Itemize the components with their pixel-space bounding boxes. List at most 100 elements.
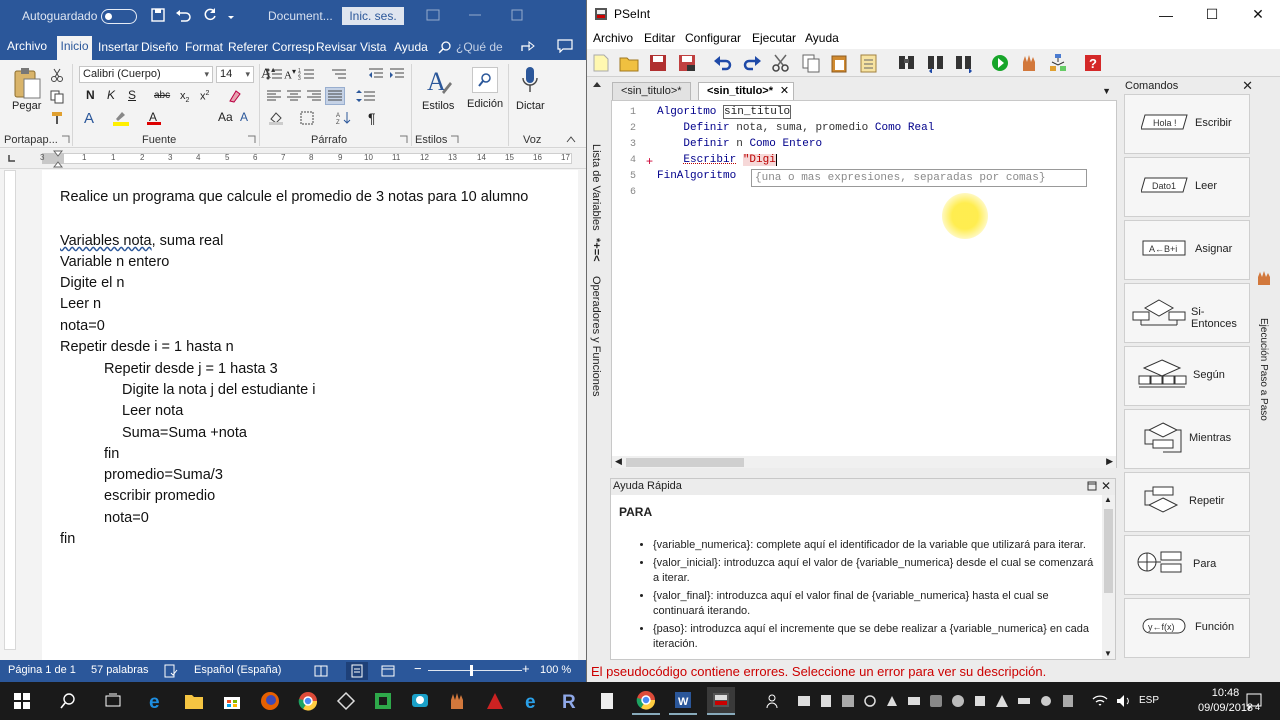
error-marker-icon[interactable]: + <box>646 154 653 168</box>
sort-icon[interactable]: AZ <box>336 111 352 125</box>
align-right-icon[interactable] <box>306 90 322 102</box>
copy-icon[interactable] <box>801 53 821 73</box>
tab-formato[interactable]: Format <box>185 40 223 54</box>
people-icon[interactable] <box>760 687 788 715</box>
comments-icon[interactable] <box>557 39 573 53</box>
align-center-icon[interactable] <box>286 90 302 102</box>
shrink-font-icon[interactable]: A▾ <box>284 67 296 82</box>
save-as-icon[interactable] <box>677 53 697 73</box>
menu-ayuda[interactable]: Ayuda <box>805 31 839 45</box>
increase-indent-icon[interactable] <box>389 68 405 80</box>
minimize-icon[interactable] <box>468 8 482 22</box>
zoom-slider[interactable] <box>428 670 522 671</box>
underline-icon[interactable]: S <box>128 88 136 102</box>
paste-label[interactable]: Pegar <box>12 100 41 112</box>
word-count[interactable]: 57 palabras <box>91 664 149 676</box>
close-button[interactable]: ✕ <box>1235 0 1280 29</box>
error-status-bar[interactable]: El pseudocódigo contiene errores. Selecc… <box>587 662 1280 682</box>
command-repetir[interactable]: Repetir <box>1124 472 1250 532</box>
web-layout-icon[interactable] <box>381 664 395 678</box>
firefox-icon[interactable] <box>256 687 284 715</box>
editor-tab[interactable]: <sin_titulo>* <box>612 82 691 100</box>
volume-icon[interactable] <box>1110 687 1138 715</box>
redo-icon[interactable] <box>202 7 218 23</box>
collapse-ribbon-icon[interactable] <box>566 135 576 143</box>
edge-icon[interactable]: e <box>143 687 171 715</box>
save-icon[interactable] <box>648 53 668 73</box>
app-icon[interactable] <box>444 687 472 715</box>
maximize-button[interactable]: ☐ <box>1189 0 1235 29</box>
justify-icon[interactable] <box>325 87 345 105</box>
command-segun[interactable]: Según <box>1124 346 1250 406</box>
tab-selector-icon[interactable] <box>7 153 17 163</box>
menu-ejecutar[interactable]: Ejecutar <box>752 31 796 45</box>
tray-app-icon[interactable] <box>1054 687 1082 715</box>
input-language[interactable]: ESP <box>1139 695 1159 706</box>
code-line-4[interactable]: Escribir "Digi <box>657 154 777 166</box>
menu-configurar[interactable]: Configurar <box>685 31 741 45</box>
search-icon[interactable] <box>438 40 452 54</box>
show-marks-icon[interactable]: ¶ <box>368 110 376 126</box>
ie-icon[interactable]: e <box>519 687 547 715</box>
group-launcher-icon[interactable] <box>399 135 408 144</box>
font-name-combo[interactable]: Calibri (Cuerpo) <box>79 66 213 83</box>
close-commands-icon[interactable]: ✕ <box>1242 78 1253 94</box>
zoom-level[interactable]: 100 % <box>540 664 571 676</box>
font-size-combo[interactable]: 14 <box>216 66 254 83</box>
bold-icon[interactable]: N <box>86 88 95 102</box>
command-para[interactable]: Para <box>1124 535 1250 595</box>
microphone-icon[interactable] <box>520 66 540 96</box>
paste-icon[interactable] <box>12 66 42 100</box>
file-explorer-icon[interactable] <box>180 687 208 715</box>
find-prev-icon[interactable] <box>926 53 946 73</box>
menu-editar[interactable]: Editar <box>644 31 675 45</box>
zoom-in-button[interactable]: + <box>522 661 530 676</box>
menu-archivo[interactable]: Archivo <box>593 31 633 45</box>
new-file-icon[interactable] <box>591 53 611 73</box>
tab-insertar[interactable]: Insertar <box>98 40 139 54</box>
group-launcher-icon[interactable] <box>450 135 459 144</box>
close-tab-icon[interactable]: ✕ <box>780 83 789 99</box>
language-indicator[interactable]: Español (España) <box>194 664 281 676</box>
collapse-arrow-icon[interactable] <box>592 80 602 88</box>
command-mientras[interactable]: Mientras <box>1124 409 1250 469</box>
tab-variable-list[interactable]: Lista de Variables <box>590 144 602 231</box>
document-page[interactable]: Realice un programa que calcule el prome… <box>42 170 578 660</box>
customize-qa-icon[interactable] <box>226 7 236 23</box>
start-icon[interactable] <box>8 687 36 715</box>
font-color-icon[interactable]: A <box>146 110 162 126</box>
find-icon[interactable] <box>897 53 917 73</box>
highlight-icon[interactable] <box>112 110 130 126</box>
copy-icon[interactable] <box>50 90 64 104</box>
editor-tab-active[interactable]: <sin_titulo>* ✕ <box>698 82 795 100</box>
numbering-icon[interactable]: 123 <box>298 68 316 80</box>
read-mode-icon[interactable] <box>314 664 328 678</box>
command-escribir[interactable]: Hola ! Escribir <box>1124 94 1250 154</box>
share-icon[interactable] <box>520 39 536 53</box>
tab-referencias[interactable]: Referer <box>228 40 268 54</box>
italic-icon[interactable]: K <box>107 88 115 102</box>
open-folder-icon[interactable] <box>619 53 639 73</box>
tab-operators-functions[interactable]: Operadores y Funciones <box>590 276 602 396</box>
app-icon[interactable] <box>481 687 509 715</box>
line-spacing-icon[interactable] <box>356 90 376 102</box>
change-case-icon[interactable]: Aa <box>218 110 233 124</box>
editing-button[interactable]: Edición <box>467 98 503 110</box>
multilevel-list-icon[interactable] <box>330 68 348 80</box>
ruler-bar[interactable] <box>42 153 572 164</box>
styles-icon[interactable]: A <box>424 66 452 96</box>
borders-icon[interactable] <box>300 111 314 125</box>
group-launcher-icon[interactable] <box>247 135 256 144</box>
code-editor[interactable]: 1 2 3 4 5 6 + Algoritmo sin_titulo Defin… <box>611 100 1117 468</box>
scroll-left-icon[interactable]: ◀ <box>615 456 622 467</box>
maximize-icon[interactable] <box>510 8 524 22</box>
diagram-icon[interactable] <box>1048 53 1068 73</box>
tab-ayuda[interactable]: Ayuda <box>394 40 428 54</box>
app-icon[interactable] <box>332 687 360 715</box>
decrease-indent-icon[interactable] <box>368 68 384 80</box>
superscript-icon[interactable]: x2 <box>200 90 209 103</box>
minimize-button[interactable]: — <box>1143 0 1189 29</box>
search-icon[interactable] <box>54 687 82 715</box>
scroll-right-icon[interactable]: ▶ <box>1106 456 1113 467</box>
find-next-icon[interactable] <box>954 53 974 73</box>
